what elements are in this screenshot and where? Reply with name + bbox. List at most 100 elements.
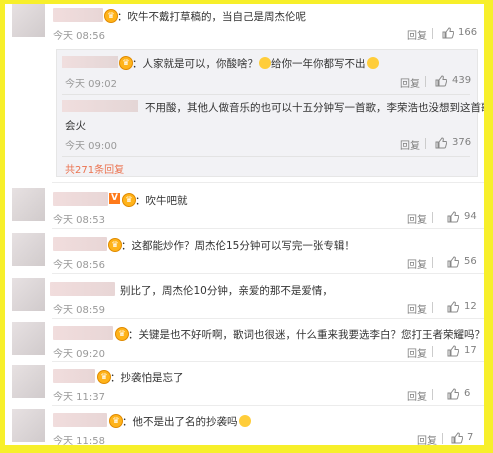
thumbs-up-icon[interactable] bbox=[447, 211, 459, 223]
username[interactable] bbox=[53, 326, 113, 340]
thumbs-up-icon[interactable] bbox=[451, 432, 463, 444]
comment-text: ：抄袭怕是忘了 bbox=[110, 372, 184, 384]
comment-time: 今天 08:53 bbox=[53, 215, 105, 226]
reply-button[interactable]: 回复 bbox=[400, 75, 420, 90]
separator bbox=[442, 433, 443, 444]
reply-button[interactable]: 回复 bbox=[407, 388, 427, 403]
reply-username[interactable] bbox=[62, 100, 138, 112]
divider bbox=[62, 94, 470, 95]
separator bbox=[432, 346, 433, 357]
comment-text: ：这都能炒作？周杰伦15分钟可以写完一张专辑！ bbox=[121, 240, 355, 252]
emoji-icon bbox=[366, 57, 379, 69]
comment-text: ：吹牛不戴打草稿的，当自己是周杰伦呢 bbox=[117, 11, 306, 23]
reply-text-part: 给你一年你都写不出 bbox=[271, 58, 366, 70]
like-count: 56 bbox=[464, 256, 477, 267]
like-count: 12 bbox=[464, 301, 477, 312]
like-count: 6 bbox=[464, 388, 471, 399]
emoji-icon bbox=[238, 415, 251, 427]
reply-button[interactable]: 回复 bbox=[400, 137, 420, 152]
reply-button[interactable]: 回复 bbox=[407, 211, 427, 226]
avatar[interactable] bbox=[12, 233, 45, 266]
thumbs-up-icon[interactable] bbox=[447, 388, 459, 400]
avatar[interactable] bbox=[12, 4, 45, 37]
comment-text: 别比了，周杰伦10分钟，亲爱的那不是爱情， bbox=[120, 285, 333, 297]
avatar[interactable] bbox=[12, 188, 45, 221]
emoji-icon bbox=[259, 57, 271, 69]
thumbs-up-icon[interactable] bbox=[447, 301, 459, 313]
like-count: 94 bbox=[464, 211, 477, 222]
comment-item: V ♛ ：吹牛吧就 今天 08:53 回复 94 bbox=[5, 188, 484, 228]
crown-icon: ♛ bbox=[119, 56, 133, 70]
avatar[interactable] bbox=[12, 278, 45, 311]
more-replies-link[interactable]: 共271条回复 bbox=[65, 161, 124, 176]
reply-button[interactable]: 回复 bbox=[407, 345, 427, 360]
separator bbox=[432, 212, 433, 223]
comment-item: ♛ ：吹牛不戴打草稿的，当自己是周杰伦呢 今天 08:56 回复 166 ♛ ：… bbox=[5, 4, 484, 184]
like-count: 7 bbox=[467, 432, 474, 443]
reply-text-part: ：人家就是可以，你酸啥？ bbox=[132, 58, 258, 70]
reply-text-line: 会火 bbox=[65, 120, 86, 132]
separator bbox=[432, 302, 433, 313]
divider bbox=[52, 405, 484, 406]
comment-item: 别比了，周杰伦10分钟，亲爱的那不是爱情， 今天 08:59 回复 12 bbox=[5, 278, 484, 318]
comment-time: 今天 08:56 bbox=[53, 31, 105, 42]
crown-icon: ♛ bbox=[122, 193, 136, 207]
like-count: 17 bbox=[464, 345, 477, 356]
reply-button[interactable]: 回复 bbox=[417, 432, 437, 445]
avatar[interactable] bbox=[12, 322, 45, 355]
crown-icon: ♛ bbox=[115, 327, 129, 341]
username[interactable] bbox=[50, 282, 115, 296]
comment-item: ♛ ：他不是出了名的抄袭吗 今天 11:58 回复 7 bbox=[5, 409, 484, 445]
comment-text: ：吹牛吧就 bbox=[135, 195, 188, 207]
separator bbox=[432, 389, 433, 400]
username[interactable] bbox=[53, 413, 107, 427]
like-count: 439 bbox=[452, 75, 472, 86]
avatar[interactable] bbox=[12, 365, 45, 398]
like-count: 376 bbox=[452, 137, 472, 148]
comment-item: ♛ ：这都能炒作？周杰伦15分钟可以写完一张专辑！ 今天 08:56 回复 56 bbox=[5, 233, 484, 273]
reply-button[interactable]: 回复 bbox=[407, 27, 427, 42]
comment-text: ：关键是也不好听啊，歌词也很迷，什么重来我要选李白？您打王者荣耀吗？ bbox=[128, 329, 484, 341]
thumbs-up-icon[interactable] bbox=[435, 75, 447, 87]
separator bbox=[432, 257, 433, 268]
divider bbox=[52, 273, 484, 274]
thumbs-up-icon[interactable] bbox=[447, 345, 459, 357]
crown-icon: ♛ bbox=[109, 414, 123, 428]
divider bbox=[62, 156, 470, 157]
comment-text-part: ：他不是出了名的抄袭吗 bbox=[122, 416, 238, 428]
username[interactable] bbox=[53, 192, 108, 206]
reply-button[interactable]: 回复 bbox=[407, 256, 427, 271]
crown-icon: ♛ bbox=[104, 9, 118, 23]
comment-text: ：他不是出了名的抄袭吗 bbox=[122, 414, 251, 429]
username[interactable] bbox=[53, 8, 103, 22]
thumbs-up-icon[interactable] bbox=[435, 137, 447, 149]
avatar[interactable] bbox=[12, 409, 45, 442]
comment-item: ♛ ：抄袭怕是忘了 今天 11:37 回复 6 bbox=[5, 365, 484, 405]
comment-panel: ♛ ：吹牛不戴打草稿的，当自己是周杰伦呢 今天 08:56 回复 166 ♛ ：… bbox=[5, 4, 484, 445]
divider bbox=[52, 182, 484, 183]
separator bbox=[425, 138, 426, 149]
separator bbox=[432, 28, 433, 39]
comment-time: 今天 09:20 bbox=[53, 349, 105, 360]
like-count: 166 bbox=[458, 27, 478, 38]
divider bbox=[52, 228, 484, 229]
reply-time: 今天 09:00 bbox=[65, 141, 117, 152]
comment-item: ♛ ：关键是也不好听啊，歌词也很迷，什么重来我要选李白？您打王者荣耀吗？ 今天 … bbox=[5, 322, 484, 362]
reply-text: ：人家就是可以，你酸啥？ 给你一年你都写不出 bbox=[132, 56, 379, 71]
username[interactable] bbox=[53, 369, 95, 383]
comment-time: 今天 08:59 bbox=[53, 305, 105, 316]
thumbs-up-icon[interactable] bbox=[442, 27, 454, 39]
comment-time: 今天 11:37 bbox=[53, 392, 105, 403]
crown-icon: ♛ bbox=[108, 238, 122, 252]
divider bbox=[52, 361, 484, 362]
separator bbox=[425, 76, 426, 87]
vip-icon: V bbox=[109, 193, 120, 204]
thumbs-up-icon[interactable] bbox=[447, 256, 459, 268]
divider bbox=[52, 318, 484, 319]
comment-time: 今天 08:56 bbox=[53, 260, 105, 271]
crown-icon: ♛ bbox=[97, 370, 111, 384]
reply-time: 今天 09:02 bbox=[65, 79, 117, 90]
reply-button[interactable]: 回复 bbox=[407, 301, 427, 316]
reply-username[interactable] bbox=[62, 56, 118, 68]
username[interactable] bbox=[53, 237, 107, 251]
